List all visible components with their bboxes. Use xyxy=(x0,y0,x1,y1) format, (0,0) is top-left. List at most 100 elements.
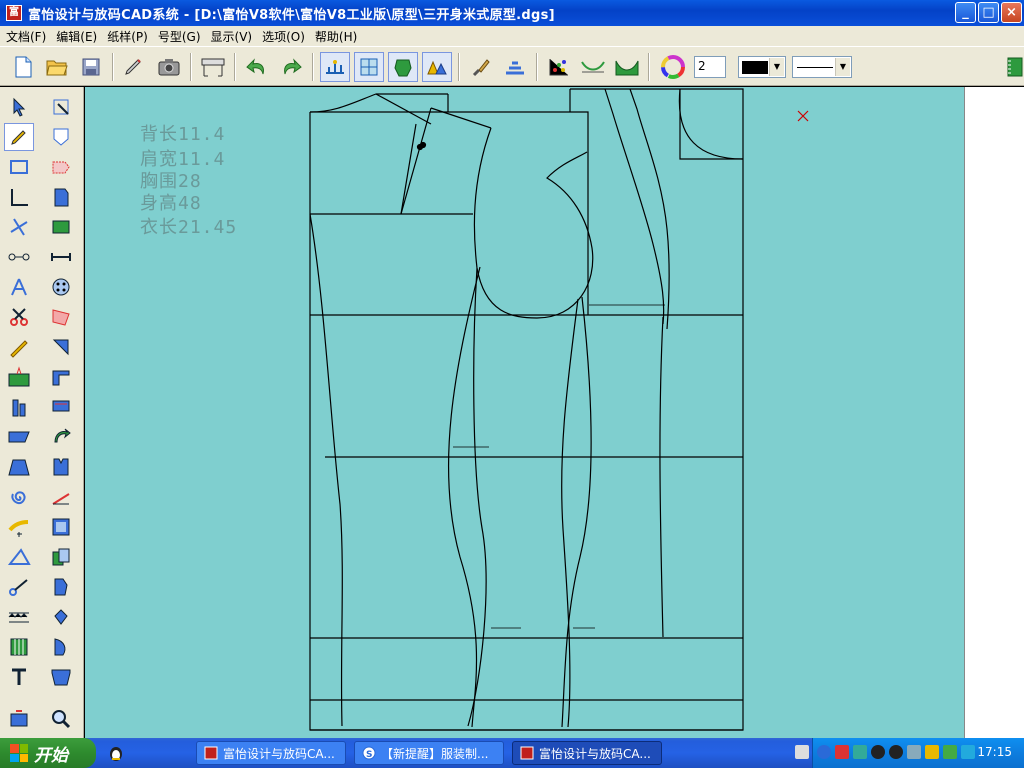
windows-logo-icon xyxy=(10,744,28,762)
menu-options[interactable]: 选项(O) xyxy=(260,28,313,45)
app-icon[interactable]: 富 xyxy=(6,5,22,21)
redo-icon[interactable] xyxy=(276,52,306,82)
adjust-points-icon[interactable] xyxy=(46,93,76,121)
browser-icon: S xyxy=(361,745,377,761)
minimize-button[interactable]: _ xyxy=(955,2,976,23)
zigzag-icon[interactable] xyxy=(4,603,34,631)
pleat-lines-icon[interactable] xyxy=(4,633,34,661)
flip-icon[interactable] xyxy=(46,423,76,451)
color-select[interactable]: ▼ xyxy=(738,56,786,78)
maximize-button[interactable]: □ xyxy=(978,2,999,23)
vest-icon[interactable] xyxy=(46,453,76,481)
penguin-icon[interactable] xyxy=(889,745,903,759)
undo-icon[interactable] xyxy=(242,52,272,82)
pattern-shape-icon[interactable] xyxy=(388,52,418,82)
fill-piece-icon[interactable] xyxy=(46,573,76,601)
chevron-down-icon[interactable]: ▼ xyxy=(835,58,850,76)
zoom-icon[interactable] xyxy=(46,705,76,733)
plotter-icon[interactable] xyxy=(198,52,228,82)
film-icon[interactable] xyxy=(1000,52,1024,82)
text-icon[interactable] xyxy=(4,663,34,691)
network-icon[interactable] xyxy=(853,745,867,759)
new-file-icon[interactable] xyxy=(8,52,38,82)
angle-line-icon[interactable] xyxy=(46,483,76,511)
camera-icon[interactable] xyxy=(154,52,184,82)
piece-frame-icon[interactable] xyxy=(46,513,76,541)
fold-icon[interactable] xyxy=(46,303,76,331)
copy-piece-icon[interactable] xyxy=(46,543,76,571)
connection-icon[interactable] xyxy=(907,745,921,759)
keyboard-icon[interactable] xyxy=(795,745,809,759)
line-style-preview xyxy=(797,67,833,68)
skirt-icon[interactable] xyxy=(46,663,76,691)
line-style-select[interactable]: ▼ xyxy=(792,56,852,78)
start-button[interactable]: 开始 xyxy=(0,738,96,768)
shield-icon[interactable] xyxy=(943,745,957,759)
rotate-piece-icon[interactable] xyxy=(46,333,76,361)
penguin-icon[interactable] xyxy=(108,745,124,761)
pieces-icon[interactable] xyxy=(422,52,452,82)
parallel-icon[interactable] xyxy=(4,423,34,451)
menu-file[interactable]: 文档(F) xyxy=(4,28,54,45)
pattern-piece-icon[interactable] xyxy=(46,183,76,211)
right-angle-icon[interactable] xyxy=(4,183,34,211)
pleat-icon[interactable] xyxy=(4,393,34,421)
seam-icon[interactable] xyxy=(612,52,642,82)
sewing-machine-icon[interactable] xyxy=(46,363,76,391)
compass-icon[interactable] xyxy=(4,273,34,301)
penguin-icon[interactable] xyxy=(871,745,885,759)
line-width-input[interactable]: 2 xyxy=(694,56,726,78)
save-icon[interactable] xyxy=(76,52,106,82)
brush-icon[interactable] xyxy=(466,52,496,82)
task-cad-1[interactable]: 富怡设计与放码CA... xyxy=(196,741,346,765)
cursor-marker xyxy=(797,110,809,122)
close-button[interactable]: × xyxy=(1001,2,1022,23)
lines-icon[interactable] xyxy=(578,52,608,82)
menu-size[interactable]: 号型(G) xyxy=(156,28,209,45)
select-arrow-icon[interactable] xyxy=(4,93,34,121)
antivirus-icon[interactable] xyxy=(835,745,849,759)
color-wheel-icon[interactable] xyxy=(658,52,688,82)
pocket-icon[interactable] xyxy=(46,123,76,151)
app-tray-icon[interactable] xyxy=(961,745,975,759)
pencil-icon[interactable] xyxy=(118,52,148,82)
grading-icon[interactable] xyxy=(500,52,530,82)
grid-icon[interactable] xyxy=(354,52,384,82)
button-icon[interactable] xyxy=(46,273,76,301)
spiral-icon[interactable] xyxy=(4,483,34,511)
tray-expand-icon[interactable] xyxy=(817,745,831,759)
drawing-canvas[interactable]: 背长11.4 肩宽11.4 胸围28 身高48 衣长21.45 xyxy=(85,87,964,738)
cut-line-icon[interactable] xyxy=(4,573,34,601)
right-panel xyxy=(964,87,1024,738)
menu-pattern[interactable]: 纸样(P) xyxy=(105,28,156,45)
move-piece-icon[interactable] xyxy=(46,603,76,631)
warning-icon[interactable] xyxy=(925,745,939,759)
flare-icon[interactable] xyxy=(4,453,34,481)
open-folder-icon[interactable] xyxy=(42,52,72,82)
seam-allowance-icon[interactable] xyxy=(4,513,34,541)
rectangle-icon[interactable] xyxy=(4,153,34,181)
scissors-icon[interactable] xyxy=(4,303,34,331)
intersect-icon[interactable] xyxy=(4,213,34,241)
sleeve-icon[interactable] xyxy=(46,393,76,421)
menu-view[interactable]: 显示(V) xyxy=(209,28,261,45)
menu-edit[interactable]: 编辑(E) xyxy=(54,28,105,45)
measure-icon[interactable] xyxy=(4,243,34,271)
menu-bar: 文档(F) 编辑(E) 纸样(P) 号型(G) 显示(V) 选项(O) 帮助(H… xyxy=(0,26,1024,46)
task-browser[interactable]: S 【新提醒】服装制... xyxy=(354,741,504,765)
size-table-icon[interactable] xyxy=(320,52,350,82)
ruler-pencil-icon[interactable] xyxy=(4,333,34,361)
task-cad-2[interactable]: 富怡设计与放码CA... xyxy=(512,741,662,765)
color-points-icon[interactable] xyxy=(544,52,574,82)
smart-pen-icon[interactable] xyxy=(4,123,34,151)
chevron-down-icon[interactable]: ▼ xyxy=(769,58,784,76)
notch-icon[interactable] xyxy=(46,213,76,241)
dart-icon[interactable] xyxy=(4,363,34,391)
curve-piece-icon[interactable] xyxy=(46,633,76,661)
triangle-icon[interactable] xyxy=(4,543,34,571)
piece-outline-icon[interactable] xyxy=(46,153,76,181)
ruler-icon[interactable] xyxy=(46,243,76,271)
menu-help[interactable]: 帮助(H) xyxy=(313,28,365,45)
export-piece-icon[interactable] xyxy=(4,705,34,733)
system-tray: 17:15 xyxy=(795,738,1024,768)
